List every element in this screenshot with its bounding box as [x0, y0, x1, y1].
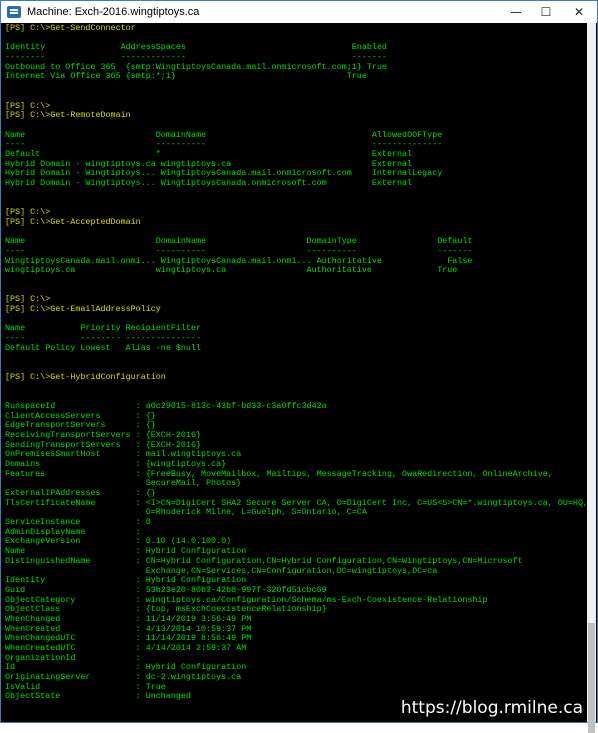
- console-output[interactable]: [PS] C:\>Get-SendConnector Identity Addre…: [2, 23, 587, 722]
- output-line: Internet Via Office 365 {smtp:*;1} True: [5, 71, 367, 82]
- powershell-icon: [7, 6, 21, 18]
- vertical-scrollbar[interactable]: [587, 23, 596, 733]
- output-line: Default Policy Lowest Alias -ne $null: [5, 342, 202, 353]
- scrollbar-thumb[interactable]: [588, 623, 595, 733]
- minimize-button[interactable]: —: [501, 1, 531, 23]
- output-line: Hybrid Domain - Wingtiptoys... Wingtipto…: [5, 178, 413, 188]
- prompt-line: [PS] C:\>Get-RemoteDomain: [5, 110, 131, 121]
- prompt-line: [PS] C:\>Get-SendConnector: [5, 23, 136, 33]
- close-button[interactable]: ✕: [561, 1, 597, 23]
- maximize-button[interactable]: ☐: [531, 1, 561, 23]
- prompt-line: [PS] C:\>Get-HybridConfiguration: [5, 371, 166, 382]
- powershell-window: Machine: Exch-2016.wingtiptoys.ca — ☐ ✕ …: [0, 0, 598, 733]
- prompt-line: [PS] C:\>Get-EmailAddressPolicy: [5, 303, 161, 314]
- title-bar[interactable]: Machine: Exch-2016.wingtiptoys.ca — ☐ ✕: [1, 1, 597, 23]
- watermark: https://blog.rmilne.ca: [400, 698, 583, 718]
- output-line: wingtiptoys.ca wingtiptoys.ca Authoritat…: [5, 265, 458, 276]
- prompt-line: [PS] C:\>Get-AcceptedDomain: [5, 216, 141, 227]
- window-title: Machine: Exch-2016.wingtiptoys.ca: [27, 6, 200, 18]
